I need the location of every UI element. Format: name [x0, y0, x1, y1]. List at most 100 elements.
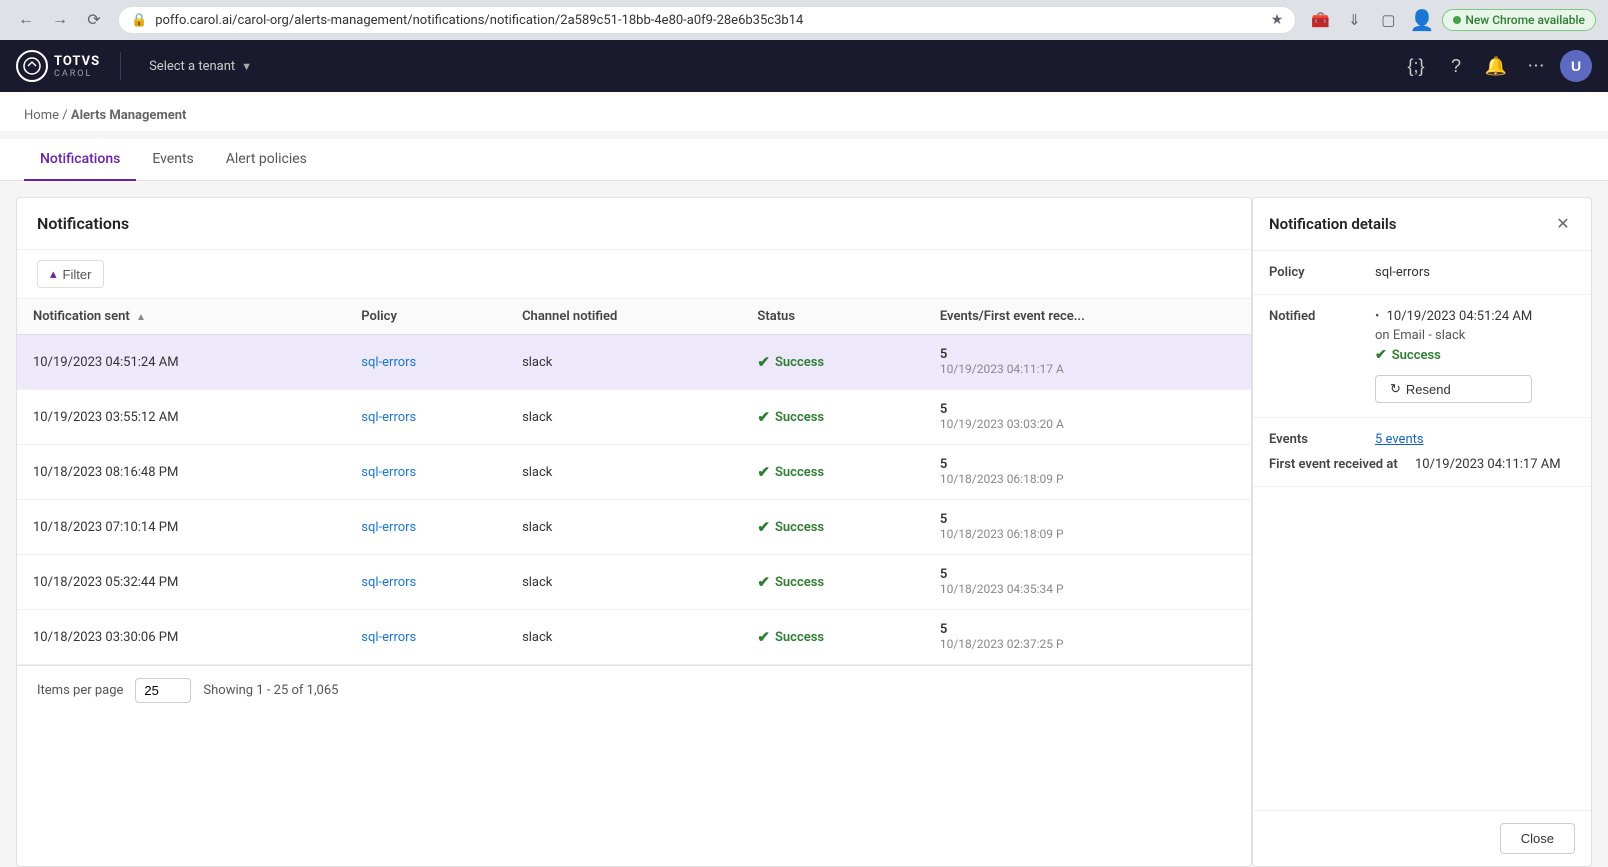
success-icon: ✔	[757, 463, 770, 481]
table-row[interactable]: 10/18/2023 03:30:06 PM sql-errors slack …	[17, 610, 1251, 665]
help-icon-btn[interactable]: ?	[1440, 50, 1472, 82]
refresh-button[interactable]: ⟳	[80, 6, 108, 34]
policy-section: Policy sql-errors	[1253, 251, 1591, 295]
resend-button[interactable]: ↻ Resend	[1375, 375, 1532, 403]
events-link[interactable]: 5 events	[1375, 432, 1424, 447]
events-label: Events	[1269, 432, 1359, 447]
forward-button[interactable]: →	[46, 6, 74, 34]
cell-status: ✔ Success	[741, 335, 923, 390]
filter-bar: ▴ Filter	[17, 250, 1251, 299]
policy-link[interactable]: sql-errors	[361, 630, 416, 645]
cell-events: 5 10/18/2023 02:37:25 P	[924, 610, 1251, 665]
notified-detail: • 10/19/2023 04:51:24 AM on Email - slac…	[1375, 309, 1532, 403]
cell-policy: sql-errors	[345, 610, 506, 665]
table-row[interactable]: 10/19/2023 03:55:12 AM sql-errors slack …	[17, 390, 1251, 445]
content-area: Notifications ▴ Filter Notification sent…	[0, 181, 1608, 867]
cell-notification-sent: 10/18/2023 08:16:48 PM	[17, 445, 345, 500]
events-count: 5	[940, 402, 947, 417]
success-icon: ✔	[757, 628, 770, 646]
tenant-label: Select a tenant	[149, 59, 235, 74]
events-count: 5	[940, 347, 947, 362]
close-footer-button[interactable]: Close	[1500, 823, 1575, 854]
policy-link[interactable]: sql-errors	[361, 575, 416, 590]
status-text: Success	[775, 630, 824, 645]
app-navbar: TOTVS CAROL Select a tenant ▼ {;} ? 🔔 ⋅⋅…	[0, 40, 1608, 92]
tab-notifications[interactable]: Notifications	[24, 139, 136, 181]
events-date: 10/19/2023 04:11:17 A	[940, 362, 1064, 376]
table-row[interactable]: 10/18/2023 05:32:44 PM sql-errors slack …	[17, 555, 1251, 610]
table-panel-title: Notifications	[37, 214, 129, 233]
page-header: Home / Alerts Management	[0, 92, 1608, 131]
events-date: 10/18/2023 06:18:09 P	[940, 472, 1064, 486]
cell-notification-sent: 10/18/2023 07:10:14 PM	[17, 500, 345, 555]
first-event-label: First event received at	[1269, 457, 1399, 472]
tab-alert-policies[interactable]: Alert policies	[210, 139, 323, 181]
success-icon: ✔	[757, 353, 770, 371]
col-notification-sent[interactable]: Notification sent ▲	[17, 299, 345, 335]
cell-events: 5 10/18/2023 06:18:09 P	[924, 445, 1251, 500]
filter-label: Filter	[63, 267, 92, 282]
nav-divider	[120, 52, 121, 80]
policy-link[interactable]: sql-errors	[361, 410, 416, 425]
policy-link[interactable]: sql-errors	[361, 465, 416, 480]
browser-action-buttons: 🧰 ⇓ ▢ 👤 New Chrome available	[1306, 6, 1596, 34]
bell-icon-btn[interactable]: 🔔	[1480, 50, 1512, 82]
logo[interactable]: TOTVS CAROL	[16, 50, 100, 82]
cell-events: 5 10/18/2023 04:35:34 P	[924, 555, 1251, 610]
breadcrumb-home[interactable]: Home	[24, 108, 59, 123]
back-button[interactable]: ←	[12, 6, 40, 34]
table-row[interactable]: 10/18/2023 08:16:48 PM sql-errors slack …	[17, 445, 1251, 500]
cell-events: 5 10/18/2023 06:18:09 P	[924, 500, 1251, 555]
cell-events: 5 10/19/2023 03:03:20 A	[924, 390, 1251, 445]
bookmark-icon[interactable]: ★	[1271, 12, 1284, 28]
success-icon: ✔	[757, 573, 770, 591]
code-icon-btn[interactable]: {;}	[1400, 50, 1432, 82]
extensions-icon[interactable]: 🧰	[1306, 6, 1334, 34]
status-text: Success	[775, 520, 824, 535]
filter-button[interactable]: ▴ Filter	[37, 260, 104, 288]
chevron-down-icon: ▼	[241, 60, 252, 73]
table-row[interactable]: 10/19/2023 04:51:24 AM sql-errors slack …	[17, 335, 1251, 390]
table-wrapper: Notification sent ▲ Policy Channel notif…	[17, 299, 1251, 665]
breadcrumb-current: Alerts Management	[71, 108, 187, 123]
notified-channel: on Email - slack	[1375, 328, 1532, 343]
items-per-page-select[interactable]: 25 50 100	[135, 678, 191, 703]
logo-text-group: TOTVS CAROL	[54, 54, 100, 79]
col-status: Status	[741, 299, 923, 335]
side-panel-body: Policy sql-errors Notified • 10/19/2023 …	[1253, 251, 1591, 810]
bullet-icon: •	[1375, 309, 1379, 324]
tab-strip-icon[interactable]: ▢	[1374, 6, 1402, 34]
items-per-page-label: Items per page	[37, 683, 123, 698]
new-chrome-banner[interactable]: New Chrome available	[1442, 9, 1596, 31]
events-count: 5	[940, 457, 947, 472]
resend-icon: ↻	[1390, 381, 1401, 397]
nav-buttons: ← → ⟳	[12, 6, 108, 34]
tenant-selector[interactable]: Select a tenant ▼	[141, 55, 260, 78]
cell-channel: slack	[506, 445, 741, 500]
events-count: 5	[940, 622, 947, 637]
notified-date: • 10/19/2023 04:51:24 AM	[1375, 309, 1532, 324]
notified-status: ✔ Success	[1375, 347, 1532, 363]
browser-chrome: ← → ⟳ 🔒 poffo.carol.ai/carol-org/alerts-…	[0, 0, 1608, 40]
profile-avatar-btn[interactable]: U	[1560, 50, 1592, 82]
policy-link[interactable]: sql-errors	[361, 520, 416, 535]
table-panel-header: Notifications	[17, 198, 1251, 250]
side-panel-close-button[interactable]: ✕	[1551, 212, 1575, 236]
apps-icon-btn[interactable]: ⋅⋅⋅	[1520, 50, 1552, 82]
policy-value: sql-errors	[1375, 265, 1575, 280]
events-date: 10/18/2023 06:18:09 P	[940, 527, 1064, 541]
profile-avatar[interactable]: 👤	[1408, 6, 1436, 34]
cell-status: ✔ Success	[741, 390, 923, 445]
col-policy: Policy	[345, 299, 506, 335]
policy-link[interactable]: sql-errors	[361, 355, 416, 370]
address-bar[interactable]: 🔒 poffo.carol.ai/carol-org/alerts-manage…	[118, 6, 1296, 34]
side-panel: Notification details ✕ Policy sql-errors…	[1252, 197, 1592, 867]
table-row[interactable]: 10/18/2023 07:10:14 PM sql-errors slack …	[17, 500, 1251, 555]
cell-status: ✔ Success	[741, 445, 923, 500]
tab-events[interactable]: Events	[136, 139, 209, 181]
downloads-icon[interactable]: ⇓	[1340, 6, 1368, 34]
cell-channel: slack	[506, 390, 741, 445]
cell-channel: slack	[506, 500, 741, 555]
cell-policy: sql-errors	[345, 555, 506, 610]
table-panel: Notifications ▴ Filter Notification sent…	[16, 197, 1252, 867]
